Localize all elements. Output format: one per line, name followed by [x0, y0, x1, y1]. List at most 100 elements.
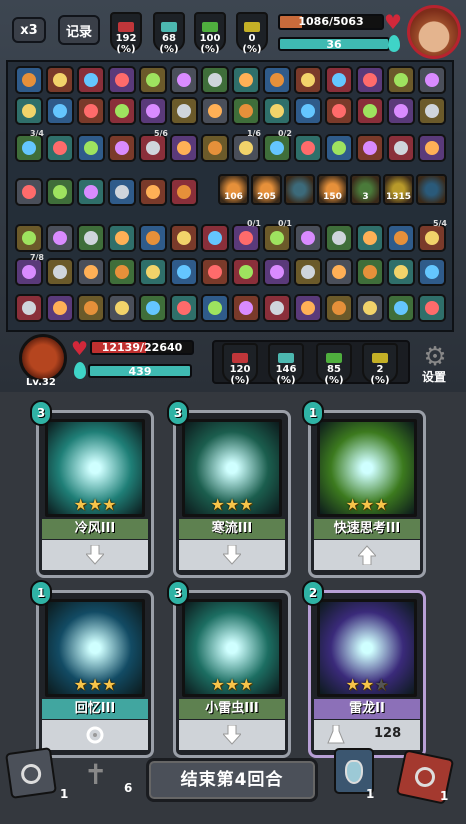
inventory-slot[interactable]: [77, 294, 105, 322]
inventory-slot[interactable]: [46, 66, 74, 94]
inventory-slot[interactable]: [294, 66, 322, 94]
inventory-slot[interactable]: [201, 258, 229, 286]
inventory-slot[interactable]: 0/1: [232, 219, 261, 252]
inventory-slot[interactable]: [77, 224, 105, 252]
inventory-slot[interactable]: [108, 224, 136, 252]
inventory-slot[interactable]: [294, 97, 322, 125]
draw-pile-icon[interactable]: [5, 747, 57, 799]
inventory-slot[interactable]: [201, 224, 229, 252]
inventory-slot[interactable]: [356, 224, 384, 252]
inventory-slot[interactable]: [387, 97, 415, 125]
inventory-slot[interactable]: [418, 134, 446, 162]
inventory-slot[interactable]: 5/6: [139, 129, 168, 162]
inventory-slot[interactable]: [201, 134, 229, 162]
skill-card[interactable]: ★★★ 雷龙II 128 2: [302, 580, 426, 758]
inventory-slot[interactable]: [356, 134, 384, 162]
inventory-slot[interactable]: [108, 97, 136, 125]
inventory-slot[interactable]: [387, 224, 415, 252]
highlight-item-slot[interactable]: [416, 174, 447, 205]
inventory-slot[interactable]: [232, 294, 260, 322]
inventory-slot[interactable]: 1/6: [232, 129, 261, 162]
inventory-slot[interactable]: [46, 134, 74, 162]
skill-card[interactable]: ★★★ 冷风III 3: [30, 400, 154, 578]
highlight-item-slot[interactable]: 106: [218, 174, 249, 205]
inventory-slot[interactable]: [232, 66, 260, 94]
inventory-slot[interactable]: [139, 97, 167, 125]
inventory-slot[interactable]: [77, 258, 105, 286]
inventory-slot[interactable]: [46, 294, 74, 322]
inventory-slot[interactable]: [170, 66, 198, 94]
inventory-slot[interactable]: [232, 258, 260, 286]
inventory-slot[interactable]: [77, 97, 105, 125]
inventory-slot[interactable]: [201, 97, 229, 125]
inventory-slot[interactable]: [46, 97, 74, 125]
inventory-slot[interactable]: [15, 178, 43, 206]
inventory-slot[interactable]: 7/8: [15, 253, 44, 286]
inventory-slot[interactable]: [170, 294, 198, 322]
inventory-slot[interactable]: [108, 66, 136, 94]
inventory-slot[interactable]: [15, 224, 43, 252]
inventory-slot[interactable]: [325, 224, 353, 252]
inventory-slot[interactable]: 5/4: [418, 219, 447, 252]
inventory-slot[interactable]: [46, 258, 74, 286]
inventory-slot[interactable]: [201, 294, 229, 322]
record-button[interactable]: 记录: [58, 15, 100, 45]
inventory-slot[interactable]: 0/2: [263, 129, 292, 162]
inventory-slot[interactable]: [46, 178, 74, 206]
end-turn-button[interactable]: 结束第4回合: [146, 758, 318, 802]
inventory-slot[interactable]: [294, 258, 322, 286]
inventory-slot[interactable]: 0/1: [263, 219, 292, 252]
inventory-slot[interactable]: [418, 66, 446, 94]
skill-card[interactable]: ★★★ 小雷虫III 3: [167, 580, 291, 758]
highlight-item-slot[interactable]: 3: [350, 174, 381, 205]
inventory-slot[interactable]: [46, 224, 74, 252]
inventory-slot[interactable]: [232, 97, 260, 125]
inventory-slot[interactable]: [325, 134, 353, 162]
skill-card[interactable]: ★★★ 快速思考III 1: [302, 400, 426, 578]
inventory-slot[interactable]: [325, 97, 353, 125]
inventory-slot[interactable]: [325, 66, 353, 94]
enemy-avatar[interactable]: [407, 5, 461, 59]
inventory-slot[interactable]: [139, 66, 167, 94]
inventory-slot[interactable]: [170, 97, 198, 125]
inventory-slot[interactable]: [356, 258, 384, 286]
inventory-slot[interactable]: [387, 66, 415, 94]
inventory-slot[interactable]: [356, 97, 384, 125]
inventory-slot[interactable]: [387, 134, 415, 162]
inventory-slot[interactable]: [418, 294, 446, 322]
highlight-item-slot[interactable]: [284, 174, 315, 205]
highlight-item-slot[interactable]: 150: [317, 174, 348, 205]
settings-label[interactable]: 设置: [422, 368, 446, 385]
inventory-slot[interactable]: [108, 294, 136, 322]
inventory-slot[interactable]: [294, 224, 322, 252]
inventory-slot[interactable]: [387, 294, 415, 322]
player-avatar[interactable]: [19, 334, 67, 382]
inventory-slot[interactable]: [170, 134, 198, 162]
inventory-slot[interactable]: [263, 294, 291, 322]
inventory-slot[interactable]: [356, 66, 384, 94]
inventory-slot[interactable]: [170, 224, 198, 252]
inventory-slot[interactable]: [325, 294, 353, 322]
inventory-slot[interactable]: [139, 258, 167, 286]
inventory-slot[interactable]: [77, 66, 105, 94]
inventory-slot[interactable]: [139, 178, 167, 206]
inventory-slot[interactable]: [15, 97, 43, 125]
inventory-slot[interactable]: [201, 66, 229, 94]
highlight-item-slot[interactable]: 1315: [383, 174, 414, 205]
inventory-slot[interactable]: [170, 178, 198, 206]
skill-card[interactable]: ★★★ 回忆III 1: [30, 580, 154, 758]
inventory-slot[interactable]: [108, 258, 136, 286]
inventory-slot[interactable]: [77, 178, 105, 206]
inventory-slot[interactable]: [294, 294, 322, 322]
inventory-slot[interactable]: [15, 294, 43, 322]
inventory-slot[interactable]: [108, 134, 136, 162]
grave-icon[interactable]: ✝: [84, 758, 120, 794]
inventory-slot[interactable]: [263, 66, 291, 94]
inventory-slot[interactable]: 3/4: [15, 129, 44, 162]
highlight-item-slot[interactable]: 205: [251, 174, 282, 205]
inventory-slot[interactable]: [139, 224, 167, 252]
inventory-slot[interactable]: [263, 97, 291, 125]
inventory-slot[interactable]: [15, 66, 43, 94]
inventory-slot[interactable]: [387, 258, 415, 286]
inventory-slot[interactable]: [356, 294, 384, 322]
